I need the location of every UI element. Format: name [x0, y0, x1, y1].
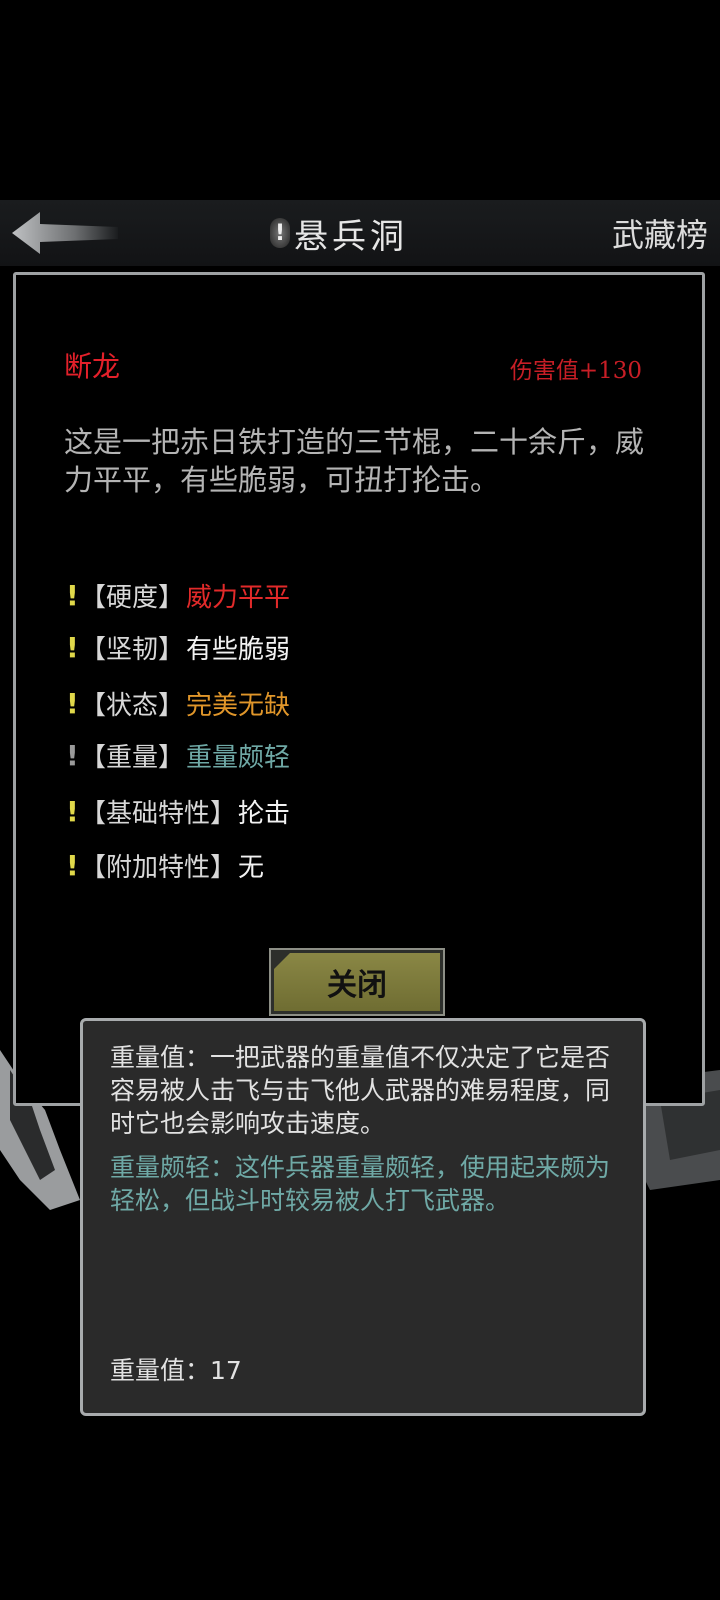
screen: ! 悬兵洞 武藏榜 断龙 伤害值+130 这是一把赤日铁打造的三节棍，二十余斤，… [0, 0, 720, 1600]
attr-row-condition[interactable]: ! 【状态】 完美无缺 [66, 683, 290, 723]
attr-label: 【附加特性】 [80, 852, 237, 883]
close-button-label: 关闭 [327, 968, 387, 1003]
ranking-button[interactable]: 武藏榜 [612, 210, 708, 256]
title-group: ! 悬兵洞 [270, 208, 408, 258]
back-button[interactable] [10, 210, 120, 256]
close-button[interactable]: 关闭 [269, 948, 445, 1016]
button-notch [274, 953, 290, 969]
exclamation-icon: ! [66, 686, 79, 720]
weapon-description: 这是一把赤日铁打造的三节棍，二十余斤，威力平平，有些脆弱，可扭打抡击。 [64, 425, 645, 497]
attr-row-weight[interactable]: ! 【重量】 重量颇轻 [66, 735, 290, 775]
attr-row-extra-trait[interactable]: ! 【附加特性】 无 [66, 845, 264, 885]
header-bar: ! 悬兵洞 武藏榜 [0, 200, 720, 266]
tooltip-weight-value: 重量值：17 [110, 1356, 242, 1385]
attr-label: 【硬度】 [80, 582, 185, 613]
attr-value: 无 [238, 852, 265, 883]
attr-row-base-trait[interactable]: ! 【基础特性】 抡击 [66, 791, 290, 831]
attr-row-toughness[interactable]: ! 【坚韧】 有些脆弱 [66, 627, 290, 667]
attr-value: 重量颇轻 [186, 742, 291, 773]
attr-value: 完美无缺 [186, 690, 291, 721]
page-title: 悬兵洞 [294, 216, 408, 257]
weapon-name: 断龙 [64, 350, 121, 383]
tooltip-main-text: 重量值：一把武器的重量值不仅决定了它是否容易被人击飞与击飞他人武器的难易程度，同… [110, 1043, 611, 1138]
attr-label: 【重量】 [80, 742, 185, 773]
attr-row-hardness[interactable]: ! 【硬度】 威力平平 [66, 575, 290, 615]
arrow-left-icon [12, 212, 118, 254]
damage-value: 伤害值+130 [509, 358, 642, 384]
tooltip-sub-text: 重量颇轻：这件兵器重量颇轻，使用起来颇为轻松，但战斗时较易被人打飞武器。 [110, 1153, 611, 1215]
exclamation-icon: ! [66, 738, 79, 772]
exclamation-icon: ! [66, 630, 79, 664]
exclamation-icon: ! [270, 218, 290, 248]
attr-value: 有些脆弱 [186, 634, 291, 665]
exclamation-icon: ! [66, 848, 79, 882]
attr-label: 【状态】 [80, 690, 185, 721]
attr-label: 【基础特性】 [80, 798, 237, 829]
attr-value: 威力平平 [186, 582, 291, 613]
attr-value: 抡击 [238, 798, 291, 829]
attr-label: 【坚韧】 [80, 634, 185, 665]
exclamation-icon: ! [66, 794, 79, 828]
exclamation-icon: ! [66, 578, 79, 612]
weight-tooltip: 重量值：一把武器的重量值不仅决定了它是否容易被人击飞与击飞他人武器的难易程度，同… [80, 1018, 646, 1416]
